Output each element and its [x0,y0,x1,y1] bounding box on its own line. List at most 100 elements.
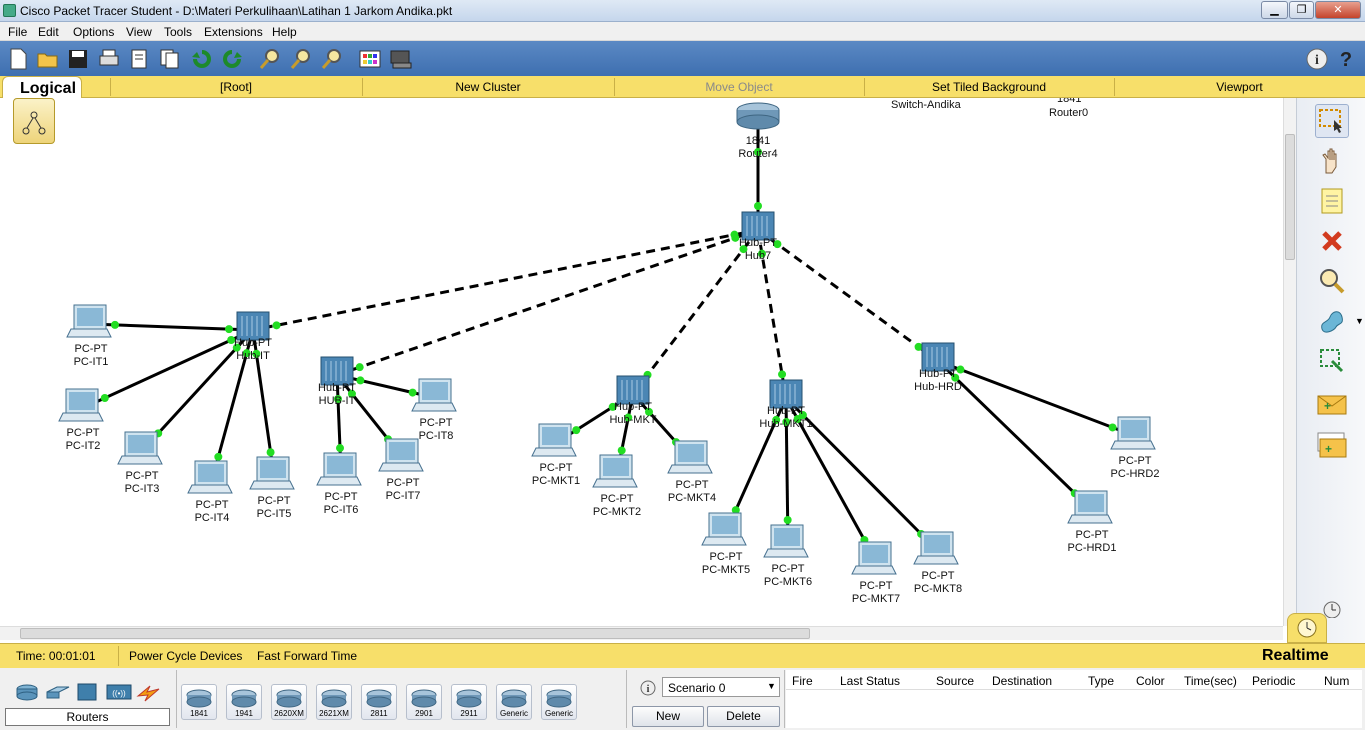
scenario-select[interactable]: Scenario 0 ▼ [662,677,780,697]
root-button[interactable]: [Root] [110,80,362,94]
fast-forward-time-button[interactable]: Fast Forward Time [257,649,357,663]
menu-tools[interactable]: Tools [164,25,192,39]
link-hub7-hubit2[interactable] [336,228,759,377]
link-hub7-hubhrd[interactable] [757,228,939,363]
print-icon[interactable] [96,46,122,72]
delete-icon[interactable] [1315,224,1349,258]
add-complex-pdu-icon[interactable]: + [1315,428,1349,462]
device-model-tile-2[interactable]: 1941 [226,684,262,720]
draw-shape-icon[interactable] [1315,304,1349,338]
chevron-down-icon[interactable]: ▼ [1355,316,1364,326]
inspect-icon[interactable] [1315,264,1349,298]
device-model-tile-7[interactable]: 2911 [451,684,487,720]
device-model-tile-6[interactable]: 2901 [406,684,442,720]
pc-pcit8[interactable] [411,378,457,412]
device-model-tile-3[interactable]: 2620XM [271,684,307,720]
cluster-icon[interactable] [13,98,55,144]
info-icon[interactable]: i [1304,46,1330,72]
hub-hubmkt1[interactable] [769,379,803,409]
device-name-label: PC-IT3 [125,483,160,495]
scenario-info-icon[interactable]: i [640,680,656,696]
horizontal-scroll-thumb[interactable] [20,628,810,639]
link-hub7-hubit[interactable] [252,228,759,332]
hub-hub7[interactable] [741,211,775,241]
resize-shape-icon[interactable] [1315,344,1349,378]
device-model-tile-9[interactable]: Generic [541,684,577,720]
viewport-button[interactable]: Viewport [1114,80,1365,94]
note-icon[interactable] [1315,184,1349,218]
pc-pcmkt8[interactable] [913,531,959,565]
pc-pchrd2[interactable] [1110,416,1156,450]
zoom-out-icon[interactable] [319,46,345,72]
menu-options[interactable]: Options [73,25,114,39]
new-icon[interactable] [5,46,31,72]
device-category-label: Routers [5,708,170,726]
col-type: Type [1088,674,1115,688]
pc-pcit2[interactable] [58,388,104,422]
pc-pcmkt6[interactable] [763,524,809,558]
redo-icon[interactable] [219,46,245,72]
zoom-in-icon[interactable] [257,46,283,72]
pc-pcit6[interactable] [316,452,362,486]
custom-device-icon[interactable] [388,46,414,72]
realtime-mode-icon[interactable] [1287,613,1327,643]
vertical-scrollbar[interactable] [1283,98,1296,626]
hub-hubit2[interactable] [320,356,354,386]
menu-edit[interactable]: Edit [38,25,59,39]
workspace-canvas[interactable]: 1841 Router4 Hub-PT Hub7 Hub-PT Hub-IT Hub-PT H… [0,98,1283,626]
minimize-button[interactable]: ▁ [1261,1,1288,19]
pc-pcmkt2[interactable] [592,454,638,488]
hub-hubit[interactable] [236,311,270,341]
link-hub7-hubmkt[interactable] [631,229,760,395]
hub-hubmkt[interactable] [616,375,650,405]
device-name-label: PC-IT4 [195,512,230,524]
add-simple-pdu-icon[interactable]: + [1315,388,1349,422]
hub-hubhrd[interactable] [921,342,955,372]
pc-pcit5[interactable] [249,456,295,490]
new-cluster-button[interactable]: New Cluster [362,80,614,94]
menu-view[interactable]: View [126,25,152,39]
router-router4[interactable] [736,102,780,130]
wizard-icon[interactable] [126,46,152,72]
device-name-label: Hub7 [745,250,771,262]
maximize-button[interactable]: ❐ [1289,1,1314,19]
logical-tab[interactable]: Logical [2,76,82,100]
save-icon[interactable] [65,46,91,72]
move-layout-icon[interactable] [1315,144,1349,178]
help-icon[interactable]: ? [1333,46,1359,72]
set-tiled-background-button[interactable]: Set Tiled Background [864,80,1114,94]
device-model-tile-8[interactable]: Generic [496,684,532,720]
pc-pcmkt5[interactable] [701,512,747,546]
select-icon[interactable] [1315,104,1349,138]
menu-extensions[interactable]: Extensions [204,25,263,39]
pc-pcit3[interactable] [117,431,163,465]
pc-pcmkt7[interactable] [851,541,897,575]
pc-pcmkt4[interactable] [667,440,713,474]
undo-icon[interactable] [189,46,215,72]
col-color: Color [1136,674,1165,688]
menu-file[interactable]: File [8,25,27,39]
realtime-label[interactable]: Realtime [1262,647,1329,665]
device-model-tile-5[interactable]: 2811 [361,684,397,720]
link-hubhrd-pchrd2[interactable] [937,359,1136,438]
pc-pcit1[interactable] [66,304,112,338]
move-object-button[interactable]: Move Object [614,80,864,94]
vertical-scroll-thumb[interactable] [1285,134,1295,260]
device-model-tile-1[interactable]: 1841 [181,684,217,720]
pc-pchrd1[interactable] [1067,490,1113,524]
copy-icon[interactable] [157,46,183,72]
pc-pcit4[interactable] [187,460,233,494]
link-hubit-pcit2[interactable] [82,328,254,410]
close-button[interactable]: ✕ [1315,1,1361,19]
zoom-reset-icon[interactable] [288,46,314,72]
new-scenario-button[interactable]: New [632,706,704,727]
menu-help[interactable]: Help [272,25,297,39]
pc-pcit7[interactable] [378,438,424,472]
palette-icon[interactable] [357,46,383,72]
open-icon[interactable] [35,46,61,72]
horizontal-scrollbar[interactable] [0,626,1283,640]
pc-pcmkt1[interactable] [531,423,577,457]
delete-scenario-button[interactable]: Delete [707,706,780,727]
power-cycle-devices-button[interactable]: Power Cycle Devices [129,649,242,663]
device-model-tile-4[interactable]: 2621XM [316,684,352,720]
